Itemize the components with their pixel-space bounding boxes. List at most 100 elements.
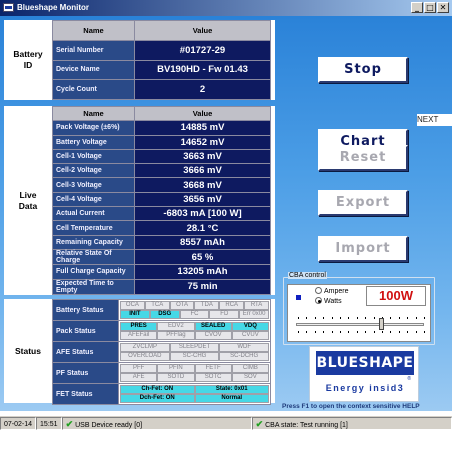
table-row: Cell-4 Voltage 3656 mV [52, 191, 271, 208]
row-value: 14652 mV [134, 134, 271, 150]
status-flag: RCA [219, 301, 245, 310]
row-value: 3663 mV [134, 148, 271, 165]
status-flag: PFIN [157, 364, 195, 373]
table-row: Device Name BV190HD - Fw 01.43 [52, 59, 271, 81]
status-flag: State: 0x01 [194, 385, 269, 394]
import-button[interactable]: Import [318, 236, 408, 262]
logo-tagline: Energy insid3 [325, 383, 405, 393]
watts-radio[interactable]: Watts [315, 297, 342, 305]
table-row: Relative State Of Charge 65 % [52, 248, 271, 266]
status-flag: PFF [120, 364, 158, 373]
status-time: 15:51 [36, 417, 62, 430]
minimize-button[interactable]: _ [411, 2, 423, 13]
radio-circle-icon [315, 287, 322, 294]
table-row: Cell-1 Voltage 3663 mV [52, 148, 271, 165]
pf-status-flags: PFF PFIN FETF CIMB AFE SOTD SOTC SOV [120, 364, 269, 382]
close-button[interactable]: ✕ [437, 2, 449, 13]
status-flag: RTA [244, 301, 269, 310]
status-flag: OCA [120, 301, 145, 310]
status-panel: Status Battery Status OCA TCA OTA TDA RCA RTA… [4, 299, 275, 405]
next-tooltip: NEXT [417, 114, 452, 126]
status-flag: TCA [144, 301, 170, 310]
status-flag: ZVCLMP [120, 343, 170, 352]
table-row: Battery Voltage 14652 mV [52, 134, 271, 150]
registered-mark: ® [407, 376, 411, 382]
fet-status-flags: Ch-Fet: ON State: 0x01 Dch-Fet: ON Normal [120, 385, 269, 403]
live-data-label: Live Data [18, 189, 38, 211]
window-title: Blueshape Monitor [17, 3, 90, 12]
row-name: Cell Temperature [52, 220, 135, 236]
col-value-header: Value [134, 20, 271, 41]
table-row: Pack Voltage (±6%) 14885 mV [52, 120, 271, 136]
bottom-margin [0, 430, 452, 452]
row-name: Cell-1 Voltage [52, 148, 135, 165]
row-name: Battery Voltage [52, 134, 135, 150]
row-name: Cell-2 Voltage [52, 163, 135, 179]
row-name: Remaining Capacity [52, 234, 135, 250]
status-flag: SC-DCHG [219, 352, 270, 361]
row-value: -6803 mA [100 W] [134, 206, 271, 222]
table-row: Expected Time to Empty 75 min [52, 278, 271, 296]
row-name: Expected Time to Empty [52, 278, 135, 296]
status-flag: Ch-Fet: ON [120, 385, 195, 394]
afe-status-flags: ZVCLMP SLEEPDET WDF OVERLOAD SC-CHG SC-DCHG [120, 343, 270, 361]
status-flag: AFE [120, 373, 158, 382]
row-name: Battery Status [52, 299, 119, 321]
row-value: 2 [134, 79, 271, 100]
table-row: Full Charge Capacity 13205 mAh [52, 264, 271, 280]
status-flag: CVOV [194, 331, 232, 340]
table-row: PF Status PFF PFIN FETF CIMB AFE SOTD SOTC SOV [52, 362, 271, 384]
slider-thumb[interactable] [379, 318, 384, 330]
cba-control-caption: CBA control [288, 272, 327, 279]
row-value: 75 min [134, 278, 271, 296]
status-label: Status [15, 345, 41, 356]
status-flag: SOTC [194, 373, 232, 382]
battery-id-label: Battery ID [13, 49, 43, 70]
status-flag: TDA [194, 301, 220, 310]
row-name: FET Status [52, 383, 119, 405]
row-value: #01727-29 [134, 39, 271, 61]
status-flag: WDF [219, 343, 270, 352]
watts-label: Watts [324, 298, 342, 305]
status-flag: OTA [169, 301, 195, 310]
row-name: PF Status [52, 362, 119, 384]
cba-slider[interactable] [293, 315, 427, 337]
row-value: 3668 mV [134, 177, 271, 193]
stop-button[interactable]: Stop [318, 57, 408, 83]
table-row: Cell-3 Voltage 3668 mV [52, 177, 271, 193]
row-name: Pack Status [52, 320, 119, 342]
table-row: FET Status Ch-Fet: ON State: 0x01 Dch-Fet:… [52, 383, 271, 405]
status-flag: FETF [194, 364, 232, 373]
status-flag: FC [179, 310, 210, 319]
ampere-radio[interactable]: Ampere [315, 287, 349, 295]
radio-selected-icon [315, 297, 322, 304]
col-value-header: Value [134, 105, 271, 122]
slider-ticks [296, 315, 425, 337]
row-name: Cell-4 Voltage [52, 191, 135, 208]
reset-button[interactable]: Reset [318, 145, 408, 171]
status-flag: CIMB [231, 364, 269, 373]
maximize-button[interactable]: □ [424, 2, 436, 13]
row-name: Pack Voltage (±6%) [52, 120, 135, 136]
status-usb: ✔ USB Device ready [0] [61, 417, 252, 430]
status-flag: PRES [120, 322, 158, 331]
status-table: Battery Status OCA TCA OTA TDA RCA RTA INIT DSG… [52, 299, 271, 405]
status-flag: Dch-Fet: ON [120, 394, 195, 403]
table-row: Serial Number #01727-29 [52, 39, 271, 61]
slider-track [296, 323, 424, 326]
col-name-header: Name [52, 20, 135, 41]
battery-status-flags: OCA TCA OTA TDA RCA RTA INIT DSG FC FD Err 0x00 [120, 301, 269, 319]
status-flag: INIT [120, 310, 150, 319]
row-name: Cell-3 Voltage [52, 177, 135, 193]
app-window: Blueshape Monitor _ □ ✕ Battery ID Name Va… [0, 0, 452, 452]
status-flag: SC-CHG [169, 352, 220, 361]
status-date: 07-02-14 [0, 417, 37, 430]
help-hint: Press F1 to open the context sensitive H… [282, 403, 420, 410]
table-row: Pack Status PRES EDV2 SEALED VDQ AFEFail PFFl… [52, 320, 271, 342]
row-name: Relative State Of Charge [52, 248, 135, 266]
cba-indicator-icon [296, 295, 301, 300]
row-value: 13205 mAh [134, 264, 271, 280]
export-button[interactable]: Export [318, 190, 408, 216]
app-icon [3, 3, 14, 12]
logo-wordmark: BLUESHAPE [316, 351, 414, 375]
